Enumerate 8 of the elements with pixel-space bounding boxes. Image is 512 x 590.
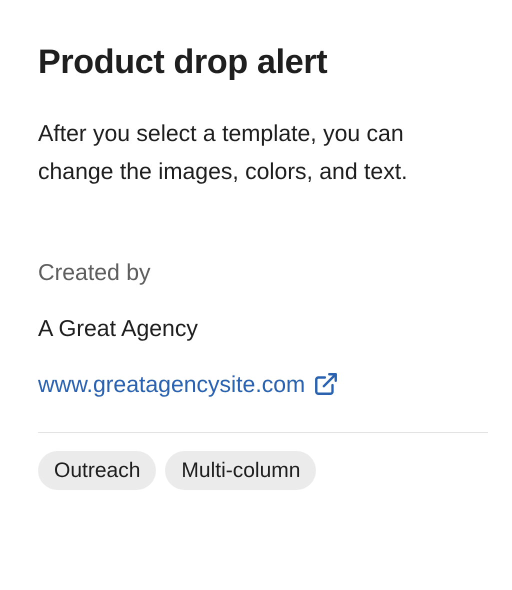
title: Product drop alert — [38, 42, 328, 83]
tag: Outreach — [38, 451, 156, 490]
created-by-label: Created by — [38, 258, 152, 287]
creator-name: A Great Agency — [38, 314, 199, 343]
tag: Multi-column — [165, 451, 316, 490]
description: After you select a template, you can change the images, colors, and text. — [38, 119, 408, 186]
external-link-icon — [313, 371, 340, 397]
website-link[interactable]: www.greatagencysite.com — [38, 368, 340, 400]
